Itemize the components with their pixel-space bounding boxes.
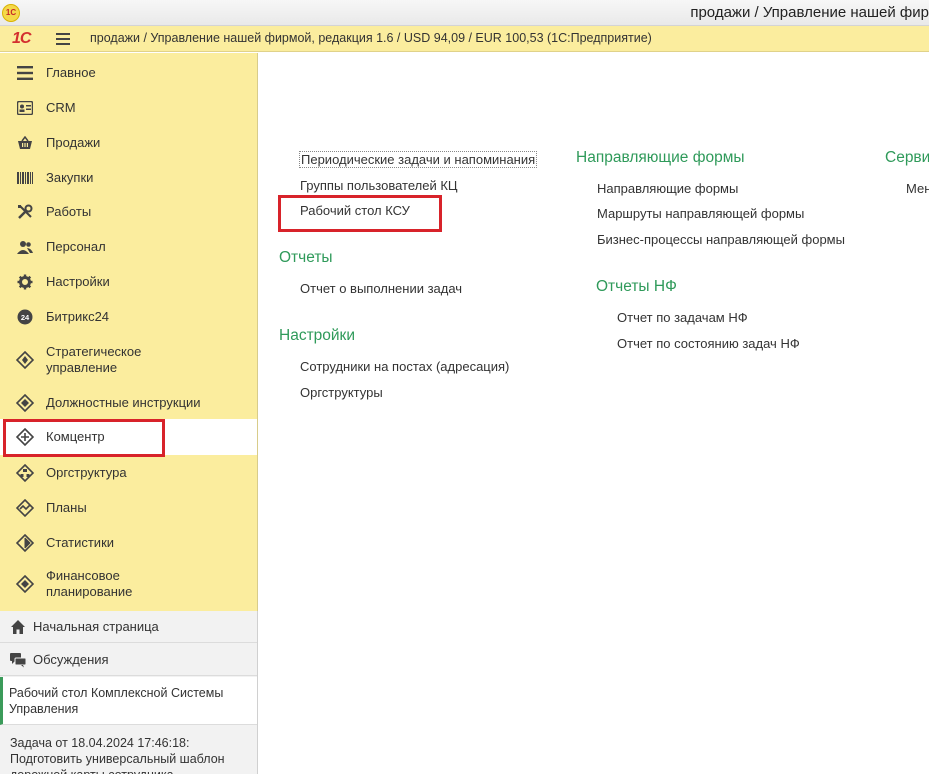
link-kc-user-groups[interactable]: Группы пользователей КЦ	[300, 178, 458, 193]
sidebar-item-label: Персонал	[46, 239, 106, 254]
app-header: 1С продажи / Управление нашей фирмой, ре…	[0, 26, 929, 52]
sidebar-item-works[interactable]: Работы	[0, 202, 257, 222]
chat-bubbles-icon	[10, 652, 27, 668]
link-service-menu[interactable]: Мен	[906, 181, 929, 196]
sidebar-item-label: CRM	[46, 100, 76, 115]
section-title-reports: Отчеты	[279, 249, 333, 266]
1c-logo: 1С	[12, 30, 31, 47]
sections-sidebar: Главное CRM Продажи Закупки Работы Персо…	[0, 53, 258, 611]
link-nf-task-report[interactable]: Отчет по задачам НФ	[617, 310, 748, 325]
contact-card-icon	[16, 99, 34, 117]
svg-text:24: 24	[21, 313, 30, 322]
discussions-button[interactable]: Обсуждения	[0, 644, 257, 676]
section-title-settings: Настройки	[279, 327, 356, 344]
bottom-panel: Начальная страница Обсуждения Рабочий ст…	[0, 611, 258, 774]
link-ksu-desktop[interactable]: Рабочий стол КСУ	[300, 203, 410, 218]
sidebar-item-crm[interactable]: CRM	[0, 98, 257, 118]
main-content: Периодические задачи и напоминания Групп…	[258, 53, 929, 774]
sidebar-item-label: Продажи	[46, 135, 101, 150]
link-periodic-tasks[interactable]: Периодические задачи и напоминания	[299, 151, 538, 168]
sidebar-item-financial-planning[interactable]: Финансовое планирование	[0, 567, 257, 601]
link-guiding-form-routes[interactable]: Маршруты направляющей формы	[597, 206, 804, 221]
sidebar-item-strategic-management[interactable]: Стратегическое управление	[0, 343, 257, 377]
link-org-structures[interactable]: Оргструктуры	[300, 385, 383, 400]
menu-lines-icon	[16, 64, 34, 82]
barcode-icon	[16, 169, 34, 187]
link-nf-task-state-report[interactable]: Отчет по состоянию задач НФ	[617, 336, 800, 351]
diamond-icon	[16, 394, 34, 412]
sidebar-item-label: Комцентр	[46, 429, 105, 444]
window-titlebar: 1С продажи / Управление нашей фир	[0, 0, 929, 26]
sidebar-item-label: Закупки	[46, 170, 94, 185]
sidebar-item-label: Главное	[46, 65, 96, 80]
sidebar-item-main[interactable]: Главное	[0, 63, 257, 83]
section-title-nf-reports: Отчеты НФ	[596, 278, 677, 295]
sidebar-item-label: Битрикс24	[46, 309, 110, 324]
sidebar-item-org-structure[interactable]: Оргструктура	[0, 463, 257, 483]
bitrix24-icon: 24	[16, 308, 34, 326]
sidebar-item-plans[interactable]: Планы	[0, 498, 257, 518]
sidebar-item-statistics[interactable]: Статистики	[0, 533, 257, 553]
hamburger-menu-icon[interactable]	[56, 33, 70, 45]
sidebar-item-staff[interactable]: Персонал	[0, 237, 257, 257]
discussions-label: Обсуждения	[33, 652, 109, 667]
sidebar-item-label: Оргструктура	[46, 465, 127, 480]
section-title-service: Серви	[885, 149, 929, 166]
sidebar-item-sales[interactable]: Продажи	[0, 133, 257, 153]
diamond-icon	[16, 351, 34, 369]
diamond-icon	[16, 428, 34, 446]
sidebar-item-label: Финансовое планирование	[46, 568, 133, 599]
section-title-guiding-forms: Направляющие формы	[576, 149, 745, 166]
link-guiding-form-processes[interactable]: Бизнес-процессы направляющей формы	[597, 232, 845, 247]
diamond-icon	[16, 499, 34, 517]
home-page-button[interactable]: Начальная страница	[0, 611, 257, 643]
link-guiding-forms[interactable]: Направляющие формы	[597, 181, 738, 196]
sidebar-item-label: Работы	[46, 204, 92, 219]
home-icon	[10, 619, 26, 635]
link-task-execution-report[interactable]: Отчет о выполнении задач	[300, 281, 462, 296]
gear-icon	[16, 273, 34, 291]
sidebar-item-settings[interactable]: Настройки	[0, 272, 257, 292]
people-icon	[16, 238, 34, 256]
sidebar-item-label: Стратегическое управление	[46, 344, 142, 375]
sidebar-item-label: Статистики	[46, 535, 115, 550]
link-post-employees[interactable]: Сотрудники на постах (адресация)	[300, 359, 509, 374]
sidebar-item-label: Должностные инструкции	[46, 395, 201, 410]
home-page-label: Начальная страница	[33, 619, 159, 634]
diamond-icon	[16, 534, 34, 552]
task-notification[interactable]: Задача от 18.04.2024 17:46:18: Подготови…	[10, 735, 250, 774]
app-title: продажи / Управление нашей фирмой, редак…	[90, 31, 652, 45]
sidebar-item-label: Настройки	[46, 274, 110, 289]
diamond-icon	[16, 464, 34, 482]
sidebar-item-purchases[interactable]: Закупки	[0, 168, 257, 188]
diamond-icon	[16, 575, 34, 593]
sidebar-item-komcenter[interactable]: Комцентр	[0, 419, 257, 455]
open-window-tab[interactable]: Рабочий стол Комплексной Системы Управле…	[0, 677, 257, 725]
tools-icon	[16, 203, 34, 221]
window-title: продажи / Управление нашей фир	[690, 4, 929, 21]
sidebar-item-bitrix24[interactable]: 24 Битрикс24	[0, 307, 257, 327]
sidebar-item-label: Планы	[46, 500, 87, 515]
app-logo-small: 1С	[2, 4, 20, 22]
basket-icon	[16, 134, 34, 152]
sidebar-item-job-instructions[interactable]: Должностные инструкции	[0, 393, 257, 413]
